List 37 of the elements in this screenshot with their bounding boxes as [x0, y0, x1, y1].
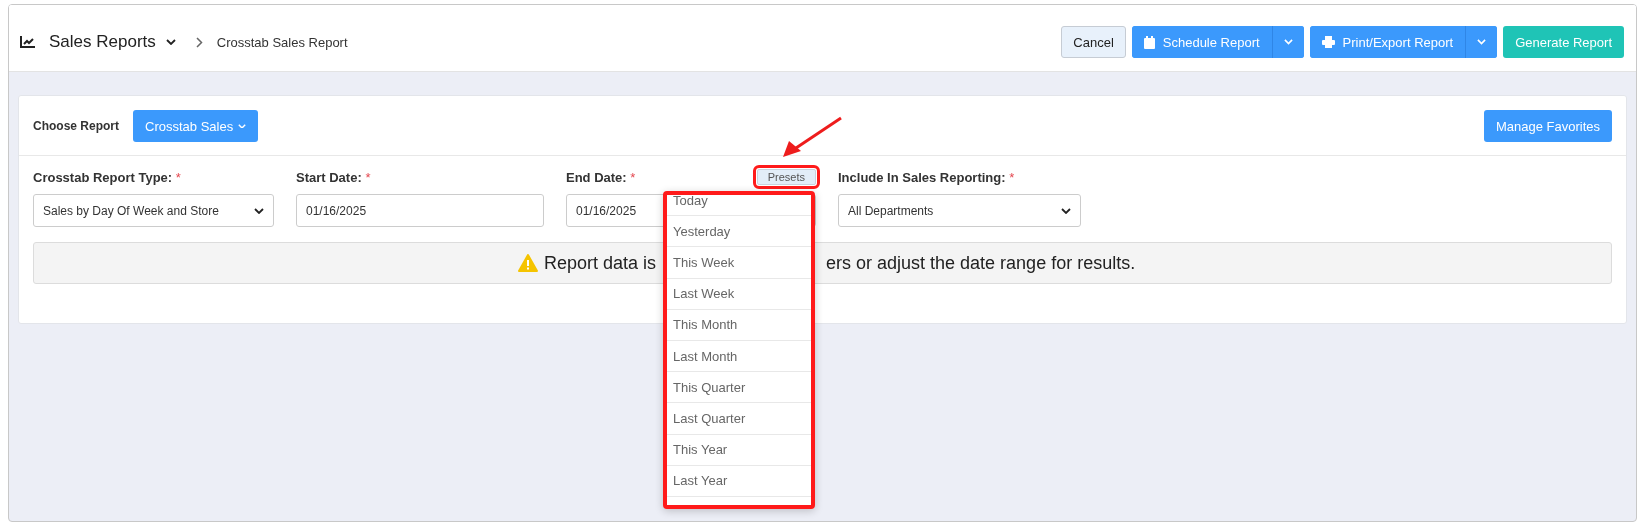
menu-item[interactable]: Last Year — [667, 465, 811, 497]
menu-item[interactable]: This Quarter — [667, 372, 811, 404]
chevron-down-icon — [165, 39, 176, 45]
menu-item[interactable]: Last Month — [667, 340, 811, 373]
menu-item[interactable]: Last Week — [667, 278, 811, 310]
menu-item[interactable]: This Month — [667, 309, 811, 341]
dropdown-toggle[interactable] — [1271, 26, 1304, 58]
breadcrumb-page: Crosstab Sales Report — [216, 34, 348, 50]
date-field[interactable]: 01/16/2025 — [296, 194, 544, 227]
field-label: End Date: * — [566, 169, 636, 185]
select-field[interactable]: All Departments — [838, 194, 1081, 227]
annotation-arrow — [781, 116, 843, 158]
chevron-right-icon — [195, 36, 203, 48]
menu-item[interactable]: Today — [667, 195, 811, 217]
cancel-button[interactable]: Cancel — [1061, 26, 1126, 58]
warning-icon — [517, 254, 538, 272]
menu-item[interactable]: This Week — [667, 247, 811, 279]
alert-text: ers or adjust the date range for results. — [826, 252, 1137, 274]
chevron-down-icon — [1061, 207, 1071, 214]
field-label: Include In Sales Reporting: * — [838, 169, 1015, 185]
printer-icon — [1321, 36, 1335, 48]
chevron-down-icon — [254, 207, 264, 214]
field-label: Crosstab Report Type: * — [33, 169, 181, 185]
dropdown-toggle[interactable] — [1465, 26, 1498, 58]
section-title: Sales Reports — [49, 32, 156, 52]
alert-text: Report data is — [543, 252, 656, 274]
menu-item[interactable]: This Year — [667, 434, 811, 466]
calendar-icon — [1143, 35, 1155, 49]
menu-item[interactable]: Last Quarter — [667, 403, 811, 435]
choose-report-label: Choose Report — [33, 119, 119, 133]
chevron-down-icon — [238, 123, 247, 129]
chevron-down-icon — [1283, 39, 1293, 45]
menu-item[interactable]: Yesterday — [667, 216, 811, 248]
line-chart-icon — [20, 36, 35, 48]
field-label: Start Date: * — [296, 169, 371, 185]
chevron-down-icon — [1477, 39, 1487, 45]
select-field[interactable]: Sales by Day Of Week and Store — [33, 194, 274, 227]
